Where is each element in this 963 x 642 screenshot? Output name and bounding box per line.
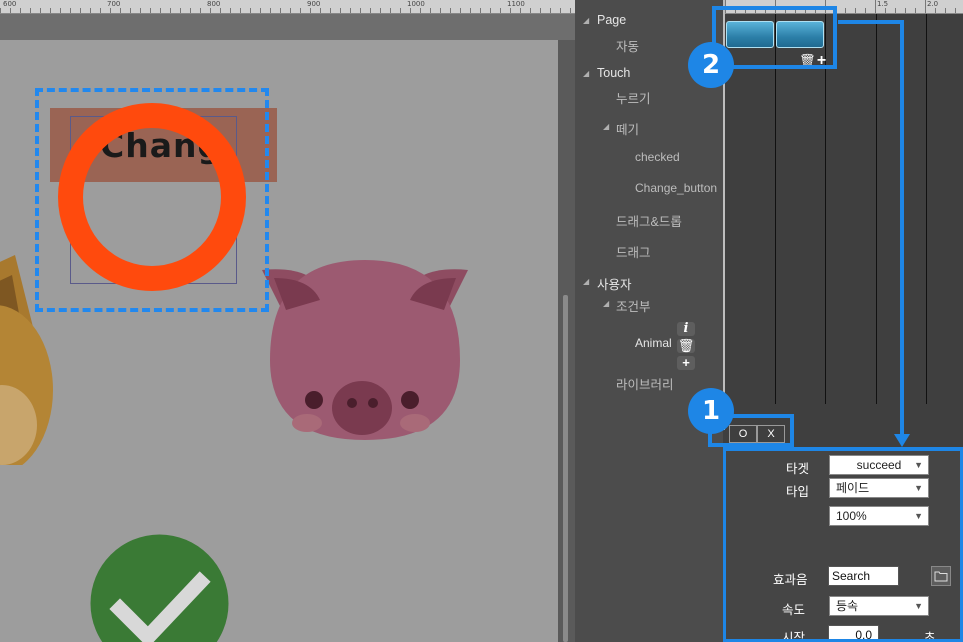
expand-arrow-icon[interactable]: ◢ (583, 16, 589, 25)
checked-image[interactable] (90, 534, 229, 642)
trash-icon[interactable]: 🗑 (677, 339, 695, 353)
tree-item-user[interactable]: 사용자 (597, 274, 632, 293)
ruler-label: 600 (3, 0, 17, 8)
timeline-gridline (926, 14, 927, 404)
expand-arrow-icon[interactable]: ◢ (583, 277, 589, 286)
canvas-toolbar-gap (0, 14, 575, 40)
tree-item-checked[interactable]: checked (635, 150, 680, 164)
add-icon[interactable]: + (677, 356, 695, 370)
tree-item-library[interactable]: 라이브러리 (616, 374, 674, 393)
tree-item-drag-drop[interactable]: 드래그&드롭 (616, 211, 682, 230)
annotation-badge-2: 2 (688, 42, 734, 88)
ruler-label: 700 (107, 0, 121, 8)
tree-item-drag[interactable]: 드래그 (616, 242, 651, 261)
tree-item-release[interactable]: 떼기 (616, 119, 639, 138)
tree-item-animal[interactable]: Animal (635, 336, 672, 350)
canvas-ruler: 600 700 800 900 1000 1100 (0, 0, 575, 14)
ruler-label: 1100 (507, 0, 525, 8)
timeline-ruler-tick (925, 0, 926, 13)
timeline-ruler-tick (935, 8, 936, 13)
ruler-label: 1000 (407, 0, 425, 8)
tree-item-condition[interactable]: 조건부 (616, 296, 651, 315)
timeline-ruler-tick (875, 0, 876, 13)
timeline-ruler-tick (895, 8, 896, 13)
timeline-ruler-label: 2.0 (927, 0, 939, 8)
tree-item-page[interactable]: Page (597, 13, 626, 27)
annotation-box-properties (723, 447, 963, 642)
expand-arrow-icon[interactable]: ◢ (603, 122, 609, 131)
timeline-ruler-tick (945, 8, 946, 13)
canvas-area: 600 700 800 900 1000 1100 Chang (0, 0, 575, 642)
stage-vertical-scrollbar[interactable] (558, 40, 575, 642)
timeline-ruler-tick (865, 8, 866, 13)
tree-item-touch[interactable]: Touch (597, 66, 630, 80)
annotation-arrow (838, 20, 910, 447)
selection-dashed-box (35, 88, 269, 312)
timeline-ruler-label: 1.5 (877, 0, 889, 8)
timeline-ruler-tick (955, 8, 956, 13)
ruler-label: 900 (307, 0, 321, 8)
info-icon[interactable]: i (677, 322, 695, 336)
stage[interactable]: Chang (0, 40, 558, 642)
ruler-label: 800 (207, 0, 221, 8)
pig-image[interactable] (252, 250, 478, 445)
tree-item-auto[interactable]: 자동 (616, 36, 639, 55)
animal-tools: i 🗑 + (677, 322, 695, 370)
expand-arrow-icon[interactable]: ◢ (583, 69, 589, 78)
timeline-ruler-tick (905, 8, 906, 13)
timeline-gridline (775, 14, 776, 404)
expand-arrow-icon[interactable]: ◢ (603, 299, 609, 308)
timeline-ruler-tick (855, 8, 856, 13)
timeline-ruler-tick (845, 8, 846, 13)
tree-item-change-button[interactable]: Change_button (635, 181, 717, 195)
tree-item-press[interactable]: 누르기 (616, 88, 651, 107)
timeline-ruler-tick (915, 8, 916, 13)
event-tree-panel: ◢ Page 자동 ◢ Touch 누르기 ◢ 떼기 checked Chang… (575, 0, 723, 642)
timeline-gridline (825, 14, 826, 404)
timeline-ruler-tick (885, 8, 886, 13)
scrollbar-thumb[interactable] (563, 295, 568, 642)
annotation-badge-1: 1 (688, 388, 734, 434)
